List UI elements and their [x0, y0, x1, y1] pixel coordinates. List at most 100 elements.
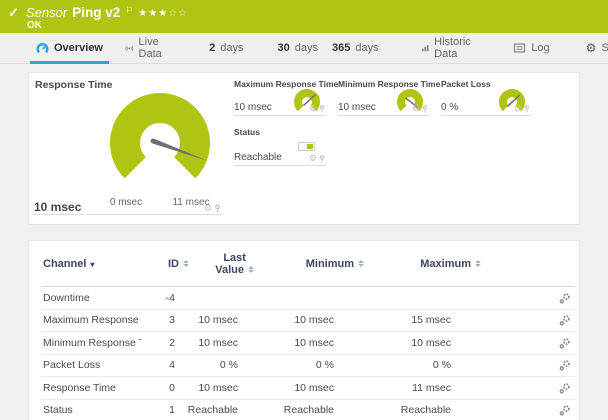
pin-icon[interactable]: [214, 204, 221, 213]
tab-label: Overview: [54, 42, 103, 54]
channel-id: -4: [165, 291, 175, 304]
gauges-overview-card: Response Time 0 msec 11 msec 10 msec ⚙ M…: [28, 72, 580, 225]
channel-name: Minimum Response Time: [43, 336, 141, 349]
sensor-status-text: OK: [27, 20, 42, 31]
channel-settings-icon[interactable]: [559, 382, 571, 394]
channel-settings-icon[interactable]: [559, 359, 571, 371]
gear-icon: ⚙: [585, 41, 597, 55]
minimum-value: 10 msec: [294, 314, 334, 327]
channel-settings-icon[interactable]: [559, 314, 571, 326]
channel-id: 0: [169, 381, 175, 394]
packet-loss-value: 0 %: [441, 102, 459, 113]
maximum-value: 11 msec: [412, 381, 451, 394]
column-header-id[interactable]: ID: [155, 258, 189, 270]
sort-icon: [248, 266, 254, 273]
priority-stars[interactable]: ★★★☆☆: [138, 8, 188, 19]
ok-check-icon: ✓: [8, 5, 19, 20]
gauge-scale-min: 0 msec: [109, 197, 143, 208]
gauge-settings-icon[interactable]: ⚙: [412, 104, 420, 113]
gauge-settings-icon[interactable]: ⚙: [514, 104, 522, 113]
channel-name: Maximum Response Ti...: [43, 314, 141, 327]
flag-icon[interactable]: ⚐: [125, 5, 133, 16]
response-time-value: 10 msec: [34, 200, 82, 214]
channel-settings-icon[interactable]: [559, 337, 571, 349]
channel-settings-icon[interactable]: [559, 292, 571, 304]
channel-name: Status: [43, 404, 73, 417]
table-row-minimum-response-time: Minimum Response Time 2 10 msec 10 msec …: [41, 332, 575, 355]
table-row-downtime: Downtime -4: [41, 287, 575, 310]
last-value: 10 msec: [198, 381, 238, 394]
object-kind-label: Sensor: [26, 5, 68, 20]
tab-number: 2: [209, 42, 216, 54]
tab-live-data[interactable]: Live Data: [119, 33, 173, 63]
pin-icon[interactable]: [524, 104, 530, 113]
channel-id: 3: [169, 314, 175, 327]
minimum-value: 0 %: [315, 359, 334, 372]
gauge-title: Packet Loss: [441, 79, 491, 89]
tab-settings[interactable]: ⚙ Settings: [580, 33, 608, 63]
sort-icon: [475, 260, 481, 267]
column-header-maximum[interactable]: Maximum: [364, 258, 481, 270]
tab-label: days: [294, 42, 319, 54]
divider: [33, 214, 223, 215]
column-label: Minimum: [305, 257, 354, 270]
maximum-value: 0 %: [432, 359, 451, 372]
gauge-title: Maximum Response Time: [234, 79, 339, 89]
tab-historic-data[interactable]: Historic Data: [415, 33, 482, 63]
response-time-gauge: [110, 93, 210, 179]
maximum-value: 15 msec: [411, 314, 451, 327]
chevron-down-icon: ▾: [90, 260, 95, 269]
tab-number: 30: [277, 42, 290, 54]
gauge-icon: [36, 42, 49, 53]
prtg-sensor-page: ✓ Sensor Ping v2 ⚐ ★★★☆☆ OK Overview Liv…: [0, 0, 608, 420]
tab-log[interactable]: Log: [507, 33, 555, 63]
channel-id: 2: [169, 336, 175, 349]
live-data-icon: [125, 45, 134, 51]
gauge-title: Status: [234, 127, 260, 137]
pin-icon[interactable]: [319, 154, 325, 163]
table-row-packet-loss: Packet Loss 4 0 % 0 % 0 %: [41, 355, 575, 377]
response-time-gauge-panel: Response Time 0 msec 11 msec 10 msec ⚙: [29, 73, 229, 226]
last-value: 0 %: [219, 359, 238, 372]
minimum-value: 10 msec: [294, 381, 334, 394]
status-indicator-fill: [307, 144, 313, 149]
sensor-status-banner: ✓ Sensor Ping v2 ⚐ ★★★☆☆ OK: [0, 0, 608, 33]
tab-label: Live Data: [138, 36, 162, 60]
column-header-last-value[interactable]: Last Value: [215, 252, 254, 276]
pin-icon[interactable]: [319, 104, 325, 113]
column-label: Value: [215, 263, 244, 276]
packet-loss-panel: Packet Loss 0 % ⚙: [441, 79, 531, 116]
table-row-status: Status 1 Reachable Reachable Reachable: [41, 400, 575, 420]
channel-settings-icon[interactable]: [559, 404, 571, 416]
minimum-value: 10 msec: [294, 336, 334, 349]
status-panel: Status Reachable ⚙: [234, 127, 326, 166]
status-value: Reachable: [234, 152, 282, 163]
gauge-settings-icon[interactable]: ⚙: [309, 104, 317, 113]
channels-table-header: Channel ▾ ID Last Value Minimum Maximum: [41, 241, 575, 287]
minimum-response-time-panel: Minimum Response Time 10 msec ⚙: [338, 79, 440, 116]
tab-label: Settings: [601, 42, 608, 54]
pin-icon[interactable]: [422, 104, 428, 113]
stars-empty: ☆☆: [168, 8, 189, 19]
tab-365-days[interactable]: 365 days: [326, 33, 385, 63]
tab-30-days[interactable]: 30 days: [272, 33, 325, 63]
channel-id: 1: [169, 404, 175, 417]
column-label: ID: [168, 257, 179, 270]
minimum-response-time-value: 10 msec: [338, 102, 376, 113]
tab-label: Historic Data: [434, 36, 471, 60]
maximum-response-time-panel: Maximum Response Time 10 msec ⚙: [234, 79, 338, 116]
tab-label: days: [220, 42, 244, 54]
column-header-channel[interactable]: Channel ▾: [41, 258, 141, 270]
stars-filled: ★★★: [138, 8, 169, 19]
column-header-minimum[interactable]: Minimum: [268, 258, 364, 270]
column-label: Channel: [43, 257, 87, 270]
tab-overview[interactable]: Overview: [30, 33, 109, 64]
channel-name: Packet Loss: [43, 359, 101, 372]
table-row-response-time: Response Time 0 10 msec 10 msec 11 msec: [41, 377, 575, 400]
gauge-settings-icon[interactable]: ⚙: [309, 154, 317, 163]
sensor-title[interactable]: Ping v2: [72, 5, 120, 20]
gauge-settings-icon[interactable]: ⚙: [204, 204, 212, 213]
last-value: 10 msec: [198, 336, 238, 349]
tab-2-days[interactable]: 2 days: [203, 33, 249, 63]
channels-table-card: Channel ▾ ID Last Value Minimum Maximum …: [28, 240, 580, 420]
